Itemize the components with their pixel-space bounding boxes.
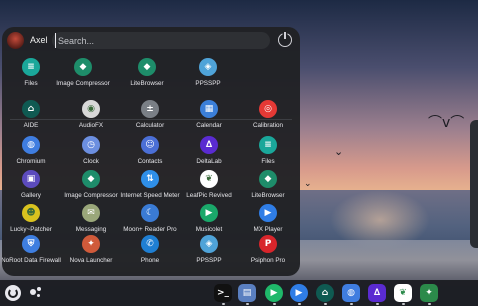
android-icon: ◆ — [259, 170, 277, 188]
app-label: Files — [261, 158, 275, 165]
search-box[interactable] — [52, 32, 270, 49]
app-tile[interactable]: ◆ LiteBrowser — [233, 170, 300, 204]
app-tile[interactable]: ▶ MX Player — [233, 204, 300, 238]
power-button[interactable] — [278, 32, 292, 47]
chromium-icon: ◍ — [22, 136, 40, 154]
terminal-icon[interactable]: >_ — [214, 284, 232, 302]
app-label: Calibration — [252, 122, 284, 129]
leafpic-icon[interactable]: ❦ — [394, 284, 412, 302]
musicolet-icon: ▶ — [200, 204, 218, 222]
clock-icon: ◷ — [82, 136, 100, 154]
launcher-icon — [8, 288, 18, 298]
app-tile[interactable]: ◆ Image Compressor — [48, 58, 118, 92]
app-launcher: Axel ≡ Files ◆ Image Compressor ◆ LiteBrowser… — [2, 27, 300, 276]
running-indicator — [273, 303, 276, 305]
phone-icon: ✆ — [141, 235, 159, 253]
app-label: PPSSPP — [195, 80, 221, 87]
running-indicator — [222, 303, 225, 305]
speed-meter-icon: ⇅ — [141, 170, 159, 188]
ppsspp-icon: ◈ — [200, 235, 218, 253]
deltalab-icon: ∆ — [200, 136, 218, 154]
bird-icon: ⌄ — [304, 179, 312, 189]
running-indicator — [376, 303, 379, 305]
running-indicator — [428, 303, 431, 305]
aide-icon: ⌂ — [22, 100, 40, 118]
app-label: LiteBrowser — [130, 80, 164, 87]
app-tile[interactable]: ◎ Calibration — [233, 100, 300, 134]
files-icon: ≡ — [22, 58, 40, 76]
android-icon: ◆ — [138, 58, 156, 76]
calculator-icon: ± — [141, 100, 159, 118]
android-icon: ◆ — [82, 170, 100, 188]
nova-icon: ✦ — [82, 235, 100, 253]
running-indicator — [350, 303, 353, 305]
contacts-icon: ☺ — [141, 136, 159, 154]
leafpic-icon: ❦ — [200, 170, 218, 188]
calibration-icon: ◎ — [259, 100, 277, 118]
launcher-search-row: Axel — [2, 27, 300, 55]
running-indicator — [402, 303, 405, 305]
bird-icon: ⌄ — [334, 145, 344, 158]
psiphon-icon: P — [259, 235, 277, 253]
user-name: Axel — [30, 35, 48, 45]
android-icon: ◆ — [74, 58, 92, 76]
android-green-icon[interactable]: ✦ — [420, 284, 438, 302]
running-indicator — [246, 303, 249, 305]
app-tile[interactable]: ◆ LiteBrowser — [112, 58, 182, 92]
app-tile[interactable]: P Psiphon Pro — [233, 235, 300, 269]
bird-icon: ⌒v⌒ — [428, 115, 465, 131]
running-indicator — [298, 303, 301, 305]
mx-player-icon: ▶ — [259, 204, 277, 222]
shelf: >_ ▤ ▶ ▶ ⌂ ◍ ∆ ❦ ✦ — [0, 280, 478, 306]
messaging-icon: ✉ — [82, 204, 100, 222]
firewall-icon: ⛨ — [22, 235, 40, 253]
assistant-button[interactable] — [30, 287, 44, 299]
lucky-patcher-icon: ☻ — [22, 204, 40, 222]
calendar-icon: ▦ — [200, 100, 218, 118]
file-manager-icon[interactable]: ▤ — [238, 284, 256, 302]
app-label: Psiphon Pro — [250, 257, 286, 264]
side-panel-handle[interactable] — [470, 120, 478, 248]
search-input[interactable] — [55, 33, 255, 48]
launcher-button[interactable] — [5, 285, 21, 301]
app-tile[interactable]: ≡ Files — [233, 136, 300, 170]
app-label: Image Compressor — [56, 80, 110, 87]
avatar[interactable] — [7, 32, 24, 49]
app-label: LiteBrowser — [251, 192, 285, 199]
mx-player-icon[interactable]: ▶ — [290, 284, 308, 302]
moon-reader-icon: ☾ — [141, 204, 159, 222]
deltalab-icon[interactable]: ∆ — [368, 284, 386, 302]
app-tile[interactable]: ◈ PPSSPP — [173, 58, 243, 92]
files-icon: ≡ — [259, 136, 277, 154]
play-store-icon[interactable]: ▶ — [265, 284, 283, 302]
app-label: MX Player — [253, 226, 283, 233]
ppsspp-icon: ◈ — [199, 58, 217, 76]
assistant-icon — [30, 289, 36, 295]
gallery-icon: ▣ — [22, 170, 40, 188]
chromium-icon[interactable]: ◍ — [342, 284, 360, 302]
aide-icon[interactable]: ⌂ — [316, 284, 334, 302]
running-indicator — [324, 303, 327, 305]
audiofx-icon: ◉ — [82, 100, 100, 118]
